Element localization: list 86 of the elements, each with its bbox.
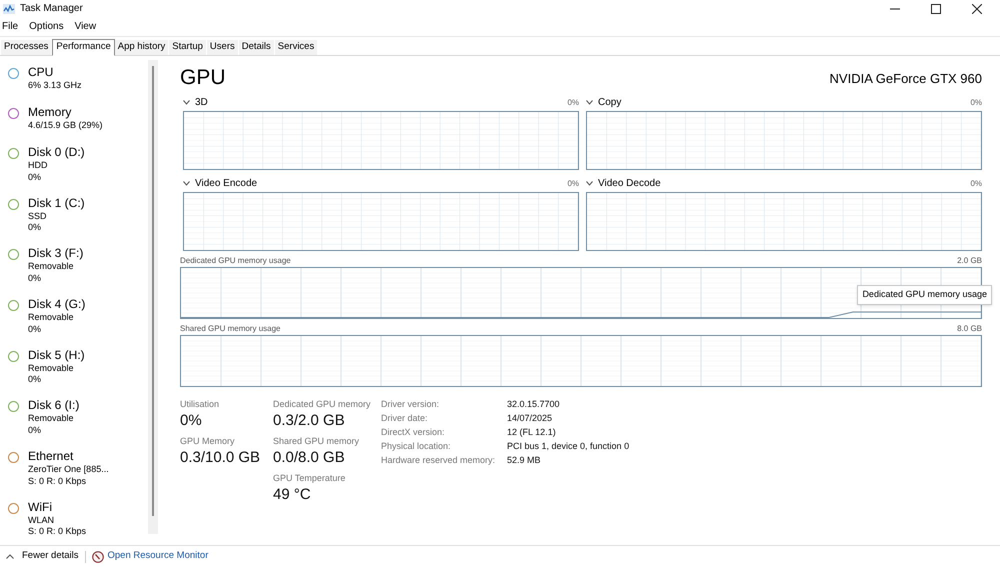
stat-value: 49 °C (273, 485, 312, 505)
stat-label: GPU Temperature (273, 472, 346, 484)
detail-value: PCI bus 1, device 0, function 0 (507, 440, 630, 453)
engine-reading: 0% (970, 178, 982, 190)
resource-detail: 0% (28, 324, 42, 336)
resource-detail: ZeroTier One [885... (28, 464, 109, 476)
resource-monitor-icon (92, 550, 104, 562)
resource-detail: 0% (28, 424, 42, 436)
stat-label: Dedicated GPU memory (273, 398, 372, 410)
chevron-icon[interactable] (586, 181, 593, 186)
stat-label: GPU Memory (180, 435, 236, 447)
resource-name[interactable]: Disk 6 (I:) (28, 398, 80, 414)
detail-label: Driver date: (381, 412, 429, 425)
tab[interactable]: Services (274, 40, 318, 55)
close-icon[interactable] (972, 4, 982, 14)
tab[interactable]: Startup (169, 40, 207, 55)
window-title: Task Manager (20, 2, 83, 16)
chevron-icon[interactable] (586, 100, 593, 105)
detail-label: DirectX version: (381, 426, 446, 439)
tab[interactable]: App history (114, 40, 170, 55)
engine-label: Video Decode (598, 177, 661, 191)
stat-value: 0.3/2.0 GB (273, 411, 346, 431)
scrollbar[interactable] (148, 60, 158, 534)
tab[interactable]: Processes (1, 40, 52, 55)
engine-label: 3D (195, 96, 208, 110)
tab[interactable]: Users (206, 40, 239, 55)
chevron-icon[interactable] (183, 181, 190, 186)
graph-max: 2.0 GB (957, 254, 982, 266)
detail-label: Driver version: (381, 398, 440, 411)
graph-label: Dedicated GPU memory usage (180, 254, 291, 266)
resource-detail: S: 0 R: 0 Kbps (28, 526, 86, 536)
resource-detail: 6% 3.13 GHz (28, 80, 82, 92)
engine-label: Video Encode (195, 177, 258, 191)
menu-item[interactable]: Options (29, 19, 64, 34)
detail-value: 52.9 MB (507, 454, 542, 467)
engine-reading: 0% (970, 96, 982, 108)
resource-name[interactable]: Memory (28, 105, 103, 120)
resource-name[interactable]: CPU (28, 65, 82, 80)
resource-detail: 0% (28, 272, 42, 284)
resource-detail: SSD (28, 210, 48, 222)
detail-label: Physical location: (381, 440, 452, 453)
stat-value: 0.3/10.0 GB (180, 448, 262, 468)
resource-name[interactable]: Disk 0 (D:) (28, 145, 85, 160)
resource-name[interactable]: WiFi (28, 500, 86, 515)
stat-label: Utilisation (180, 398, 220, 410)
stat-label: Shared GPU memory (273, 435, 360, 447)
engine-label: Copy (598, 96, 622, 110)
resource-name[interactable]: Ethernet (28, 449, 109, 464)
resource-detail: WLAN (28, 514, 56, 526)
detail-value: 12 (FL 12.1) (507, 426, 557, 439)
resource-detail: 4.6/15.9 GB (29%) (28, 120, 103, 132)
page-title: GPU (180, 65, 226, 91)
resource-detail: HDD (28, 160, 48, 172)
fewer-details-button[interactable]: Fewer details (6, 549, 78, 564)
resource-detail: Removable (28, 261, 75, 273)
engine-reading: 0% (567, 96, 579, 108)
menu-item[interactable]: View (74, 19, 96, 34)
resource-detail: Removable (28, 362, 75, 374)
resource-detail: 0% (28, 374, 42, 386)
chevron-icon[interactable] (183, 100, 190, 105)
resource-name[interactable]: Disk 5 (H:) (28, 348, 85, 363)
resource-detail: S: 0 R: 0 Kbps (28, 476, 88, 488)
maximize-icon[interactable] (931, 4, 941, 14)
chevron-up-icon (6, 554, 14, 559)
engine-reading: 0% (567, 178, 579, 190)
resource-detail: Removable (28, 312, 75, 324)
resource-detail: 0% (28, 172, 42, 183)
resource-name[interactable]: Disk 3 (F:) (28, 246, 84, 262)
resource-detail: Removable (28, 413, 75, 425)
tab[interactable]: Performance (52, 39, 115, 56)
detail-value: 14/07/2025 (507, 412, 554, 425)
app-icon (3, 4, 15, 14)
stat-value: 0% (180, 411, 203, 431)
stat-value: 0.0/8.0 GB (273, 448, 346, 468)
resource-name[interactable]: Disk 4 (G:) (28, 297, 86, 312)
graph-max: 8.0 GB (957, 322, 982, 334)
menu-item[interactable]: File (2, 19, 18, 34)
resource-name[interactable]: Disk 1 (C:) (28, 196, 85, 211)
tab[interactable]: Details (238, 40, 275, 55)
graph-label: Shared GPU memory usage (180, 322, 280, 334)
resource-detail: 0% (28, 222, 42, 234)
detail-value: 32.0.15.7700 (507, 398, 561, 411)
tooltip: Dedicated GPU memory usage (857, 285, 992, 304)
resource-monitor-link[interactable]: Open Resource Monitor (108, 549, 208, 564)
gpu-model: NVIDIA GeForce GTX 960 (830, 70, 982, 88)
detail-label: Hardware reserved memory: (381, 454, 496, 467)
